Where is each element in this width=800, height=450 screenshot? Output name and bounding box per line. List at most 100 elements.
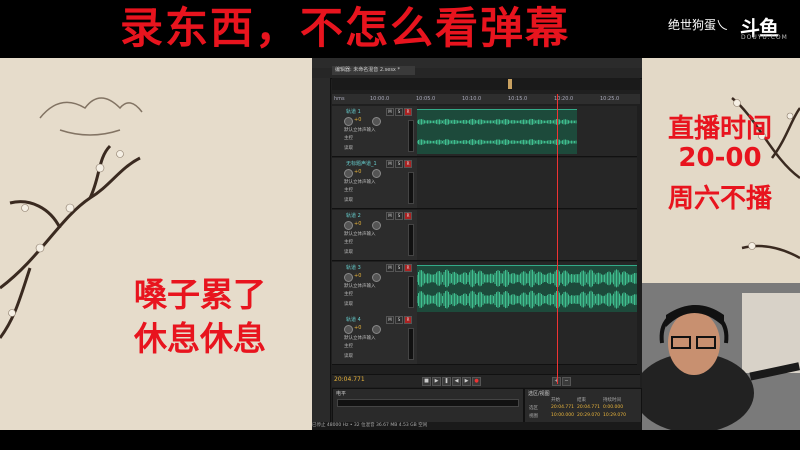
automation-mode[interactable]: 读取 bbox=[344, 145, 353, 151]
mute-button[interactable]: M bbox=[386, 160, 394, 168]
record-arm-button[interactable]: R bbox=[404, 264, 412, 272]
overlay-right-line-3: 周六不播 bbox=[667, 184, 772, 214]
pan-knob[interactable] bbox=[372, 325, 381, 334]
zoom-out-button[interactable]: − bbox=[562, 377, 571, 386]
automation-mode[interactable]: 读取 bbox=[344, 197, 353, 203]
overlay-left-line-1: 嗓子累了 bbox=[134, 275, 266, 314]
playhead[interactable] bbox=[557, 94, 558, 384]
volume-knob[interactable] bbox=[344, 169, 353, 178]
track-input[interactable]: 默认立体声输入 bbox=[344, 231, 376, 237]
mute-button[interactable]: M bbox=[386, 212, 394, 220]
view-start[interactable]: 10:00.000 bbox=[551, 413, 574, 418]
track-lane[interactable] bbox=[417, 106, 637, 157]
pan-knob[interactable] bbox=[372, 221, 381, 230]
solo-button[interactable]: S bbox=[395, 108, 403, 116]
track-output[interactable]: 主控 bbox=[344, 239, 353, 245]
play-button[interactable]: ▶ bbox=[432, 377, 441, 386]
solo-button[interactable]: S bbox=[395, 212, 403, 220]
track-lane[interactable] bbox=[417, 314, 637, 365]
track-meter bbox=[408, 328, 414, 360]
solo-button[interactable]: S bbox=[395, 160, 403, 168]
pan-knob[interactable] bbox=[372, 169, 381, 178]
mute-button[interactable]: M bbox=[386, 264, 394, 272]
waveform-channel bbox=[417, 290, 637, 309]
volume-value[interactable]: +0 bbox=[354, 325, 361, 331]
pan-knob[interactable] bbox=[372, 273, 381, 282]
track-output[interactable]: 主控 bbox=[344, 343, 353, 349]
volume-value[interactable]: +0 bbox=[354, 169, 361, 175]
volume-value[interactable]: +0 bbox=[354, 117, 361, 123]
volume-knob[interactable] bbox=[344, 221, 353, 230]
track-lane[interactable] bbox=[417, 262, 637, 315]
files-panel[interactable] bbox=[312, 78, 331, 430]
banner-title: 录东西，不怎么看弹幕 bbox=[120, 4, 570, 54]
stop-button[interactable]: ■ bbox=[422, 377, 431, 386]
streamer-name: 绝世狗蛋乀 bbox=[668, 18, 729, 32]
view-end[interactable]: 20:29.070 bbox=[577, 413, 600, 418]
view-row-label: 视图 bbox=[529, 414, 538, 419]
track-header[interactable]: 无标题声道_1 M S R +0 默认立体声输入 主控读取 bbox=[332, 158, 417, 209]
track-header[interactable]: 轨道 2 M S R +0 默认立体声输入 主控读取 bbox=[332, 210, 417, 261]
selection-header: 结束 bbox=[577, 398, 586, 403]
rewind-button[interactable]: ◀ bbox=[452, 377, 461, 386]
mute-button[interactable]: M bbox=[386, 108, 394, 116]
selection-end[interactable]: 20:04.771 bbox=[577, 405, 600, 410]
track-header[interactable]: 轨道 1 M S R +0 默认立体声输入 主控读取 bbox=[332, 106, 417, 157]
track-name[interactable]: 轨道 4 bbox=[346, 316, 361, 323]
selection-start[interactable]: 20:04.771 bbox=[551, 405, 574, 410]
selection-duration[interactable]: 0:00.000 bbox=[603, 405, 623, 410]
track-input[interactable]: 默认立体声输入 bbox=[344, 127, 376, 133]
record-arm-button[interactable]: R bbox=[404, 316, 412, 324]
track-lane[interactable] bbox=[417, 158, 637, 209]
track-output[interactable]: 主控 bbox=[344, 135, 353, 141]
pause-button[interactable]: ❚ bbox=[442, 377, 451, 386]
automation-mode[interactable]: 读取 bbox=[344, 301, 353, 307]
pan-knob[interactable] bbox=[372, 117, 381, 126]
track-header[interactable]: 轨道 4 M S R +0 默认立体声输入 主控读取 bbox=[332, 314, 417, 365]
track-header[interactable]: 轨道 3 M S R +0 默认立体声输入 主控读取 bbox=[332, 262, 417, 315]
douyu-domain: DOUYU.COM bbox=[741, 34, 788, 41]
volume-knob[interactable] bbox=[344, 117, 353, 126]
overlay-right-line-2: 20-00 bbox=[678, 143, 762, 173]
track-name[interactable]: 无标题声道_1 bbox=[346, 160, 377, 167]
waveform bbox=[417, 269, 637, 309]
volume-value[interactable]: +0 bbox=[354, 273, 361, 279]
record-arm-button[interactable]: R bbox=[404, 160, 412, 168]
track-input[interactable]: 默认立体声输入 bbox=[344, 335, 376, 341]
solo-button[interactable]: S bbox=[395, 264, 403, 272]
track-name[interactable]: 轨道 3 bbox=[346, 264, 361, 271]
selection-header: 持续时间 bbox=[603, 398, 621, 403]
track-lane[interactable] bbox=[417, 210, 637, 261]
audio-clip[interactable] bbox=[417, 109, 577, 154]
waveform-channel bbox=[417, 139, 577, 146]
selection-panel-title: 选区/视图 bbox=[528, 391, 550, 397]
automation-mode[interactable]: 读取 bbox=[344, 249, 353, 255]
time-ruler[interactable]: hms 10:00.0 10:05.0 10:10.0 10:15.0 10:2… bbox=[332, 94, 640, 104]
track-name[interactable]: 轨道 2 bbox=[346, 212, 361, 219]
track-input[interactable]: 默认立体声输入 bbox=[344, 179, 376, 185]
forward-button[interactable]: ▶ bbox=[462, 377, 471, 386]
record-arm-button[interactable]: R bbox=[404, 108, 412, 116]
ruler-label: 10:05.0 bbox=[416, 96, 436, 102]
solo-button[interactable]: S bbox=[395, 316, 403, 324]
view-duration[interactable]: 10:29.070 bbox=[603, 413, 626, 418]
record-button[interactable]: ● bbox=[472, 377, 481, 386]
level-panel: 电平 bbox=[332, 388, 524, 426]
automation-mode[interactable]: 读取 bbox=[344, 353, 353, 359]
mute-button[interactable]: M bbox=[386, 316, 394, 324]
track-output[interactable]: 主控 bbox=[344, 291, 353, 297]
overview-bar[interactable] bbox=[332, 78, 640, 90]
audio-clip[interactable] bbox=[417, 265, 637, 312]
volume-knob[interactable] bbox=[344, 325, 353, 334]
ruler-label: 10:15.0 bbox=[508, 96, 528, 102]
ruler-label: hms bbox=[334, 96, 345, 102]
overview-viewport-handle[interactable] bbox=[508, 79, 512, 89]
webcam-feed bbox=[642, 283, 800, 430]
editor-tab[interactable]: 编辑器: 未命名混音 2.sesx * bbox=[332, 66, 415, 75]
track-name[interactable]: 轨道 1 bbox=[346, 108, 361, 115]
track-input[interactable]: 默认立体声输入 bbox=[344, 283, 376, 289]
volume-value[interactable]: +0 bbox=[354, 221, 361, 227]
volume-knob[interactable] bbox=[344, 273, 353, 282]
track-output[interactable]: 主控 bbox=[344, 187, 353, 193]
record-arm-button[interactable]: R bbox=[404, 212, 412, 220]
